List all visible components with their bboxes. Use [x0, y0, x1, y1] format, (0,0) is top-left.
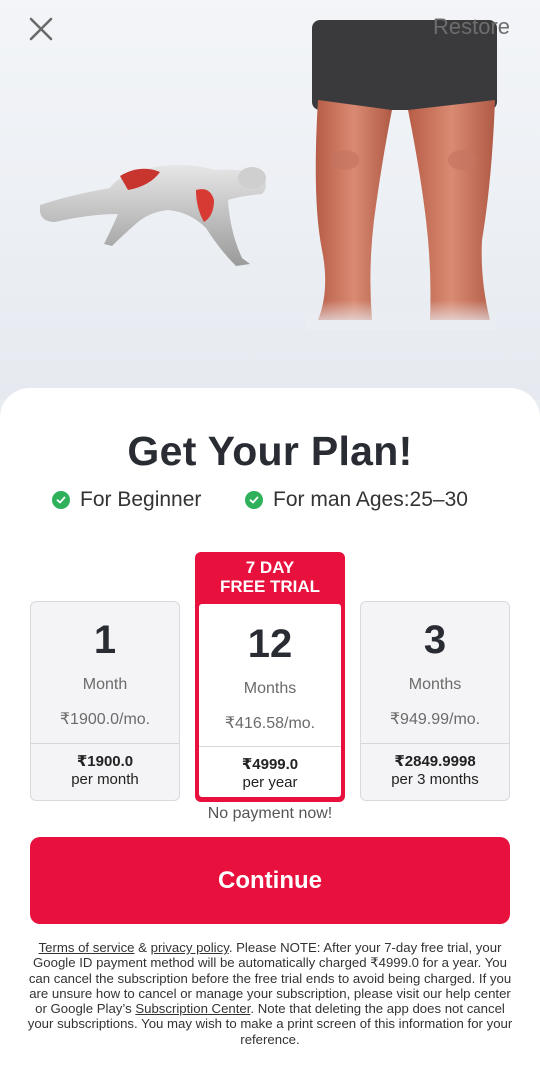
plan-card-body: 12 Months ₹416.58/mo. ₹4999.0 per year	[199, 604, 341, 797]
privacy-policy-link[interactable]: privacy policy	[151, 940, 229, 955]
plan-total-price: ₹1900.0	[76, 753, 134, 770]
plan-total-price: ₹2849.9998	[394, 753, 476, 770]
exercise-illustration	[40, 20, 497, 330]
plan-period: per month	[71, 771, 139, 788]
legs-figure	[306, 20, 497, 330]
plan-duration-number: 12	[247, 622, 293, 666]
plan-monthly-price: ₹416.58/mo.	[224, 715, 316, 732]
badge-line-1: 7 DAY	[245, 558, 295, 577]
subscription-center-link[interactable]: Subscription Center	[135, 1001, 250, 1016]
plan-card-12-months[interactable]: 7 DAY FREE TRIAL 12 Months ₹416.58/mo. ₹…	[195, 552, 345, 802]
plan-sheet: Get Your Plan! For Beginner For man Ages…	[0, 388, 540, 1069]
plan-monthly-price: ₹949.99/mo.	[389, 711, 481, 728]
close-button[interactable]	[24, 12, 58, 46]
plan-period: per year	[242, 774, 298, 791]
hero-illustration: Restore	[0, 0, 540, 400]
close-icon	[29, 17, 53, 41]
plan-duration-unit: Months	[243, 680, 297, 697]
plan-card-1-month[interactable]: 1 Month ₹1900.0/mo. ₹1900.0 per month	[30, 601, 180, 801]
plan-monthly-price: ₹1900.0/mo.	[59, 711, 151, 728]
no-payment-note: No payment now!	[207, 805, 333, 822]
continue-button[interactable]: Continue	[30, 837, 510, 924]
plan-card-body: 3 Months ₹949.99/mo. ₹2849.9998 per 3 mo…	[361, 602, 509, 800]
check-circle-icon	[52, 491, 70, 509]
legal-and: &	[134, 940, 151, 955]
plan-duration-unit: Months	[408, 676, 462, 693]
page-title: Get Your Plan!	[127, 428, 413, 474]
terms-of-service-link[interactable]: Terms of service	[39, 940, 135, 955]
plan-total-price: ₹4999.0	[241, 756, 299, 773]
restore-button[interactable]: Restore	[433, 14, 510, 40]
crawling-figure	[40, 165, 266, 266]
plan-period: per 3 months	[391, 771, 479, 788]
plan-duration-unit: Month	[82, 676, 128, 693]
plan-duration-number: 1	[93, 618, 117, 662]
plan-card-3-months[interactable]: 3 Months ₹949.99/mo. ₹2849.9998 per 3 mo…	[360, 601, 510, 801]
feature-label: For man Ages:25–30	[273, 488, 468, 511]
feature-ages: For man Ages:25–30	[245, 488, 468, 512]
free-trial-badge: 7 DAY FREE TRIAL	[195, 558, 345, 596]
legal-text: Terms of service & privacy policy. Pleas…	[22, 940, 518, 1047]
plan-divider	[31, 743, 179, 744]
plan-duration-number: 3	[423, 618, 447, 662]
plan-card-body: 1 Month ₹1900.0/mo. ₹1900.0 per month	[31, 602, 179, 800]
badge-line-2: FREE TRIAL	[219, 577, 321, 596]
feature-beginner: For Beginner	[52, 488, 201, 512]
plan-divider	[361, 743, 509, 744]
plan-divider	[199, 746, 341, 747]
feature-label: For Beginner	[80, 488, 202, 511]
check-circle-icon	[245, 491, 263, 509]
feature-list: For Beginner For man Ages:25–30	[0, 488, 540, 516]
